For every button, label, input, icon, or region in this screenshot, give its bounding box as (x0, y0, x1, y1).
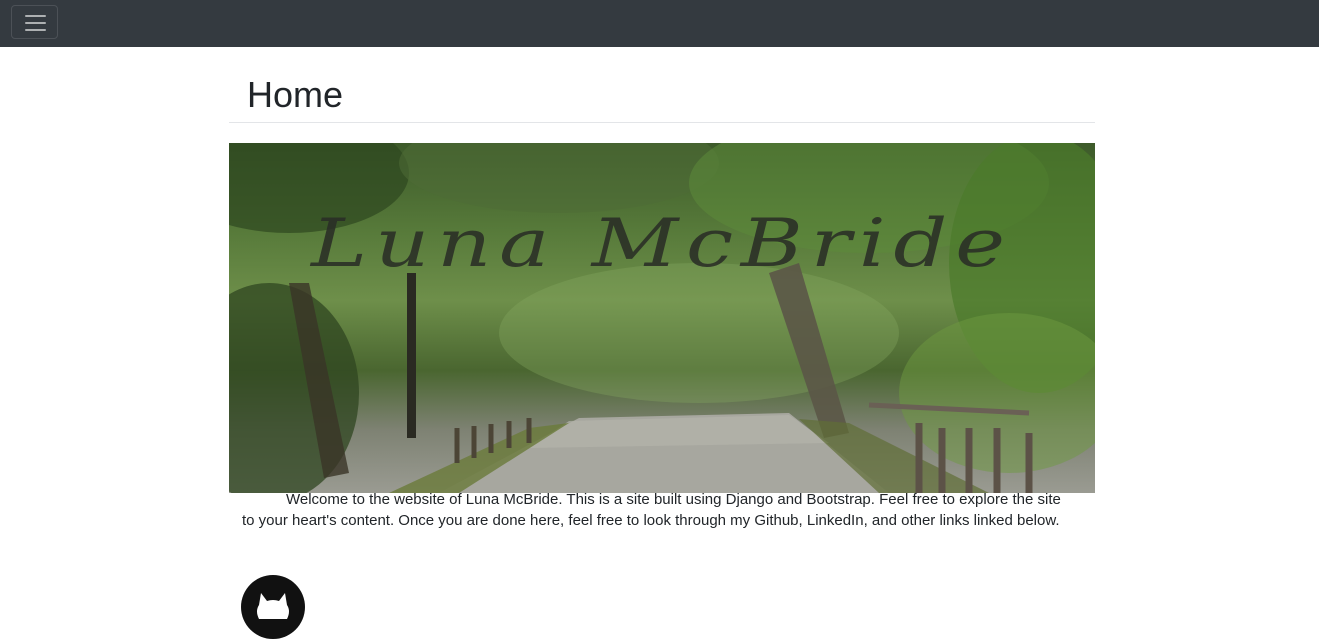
title-divider (229, 122, 1095, 123)
forest-path-illustration (229, 143, 1095, 493)
top-navbar (0, 0, 1319, 47)
github-icon[interactable] (241, 575, 305, 639)
welcome-paragraph: Welcome to the website of Luna McBride. … (242, 491, 1061, 529)
navbar-toggle-button[interactable] (11, 5, 58, 39)
main-container: Home Luna McBride (229, 47, 1095, 493)
social-links (241, 575, 305, 639)
hamburger-menu-icon (25, 15, 46, 17)
hero-overlay-title: Luna McBride (311, 205, 1013, 282)
hero-banner-image: Luna McBride (229, 143, 1095, 493)
page-title: Home (247, 74, 344, 115)
